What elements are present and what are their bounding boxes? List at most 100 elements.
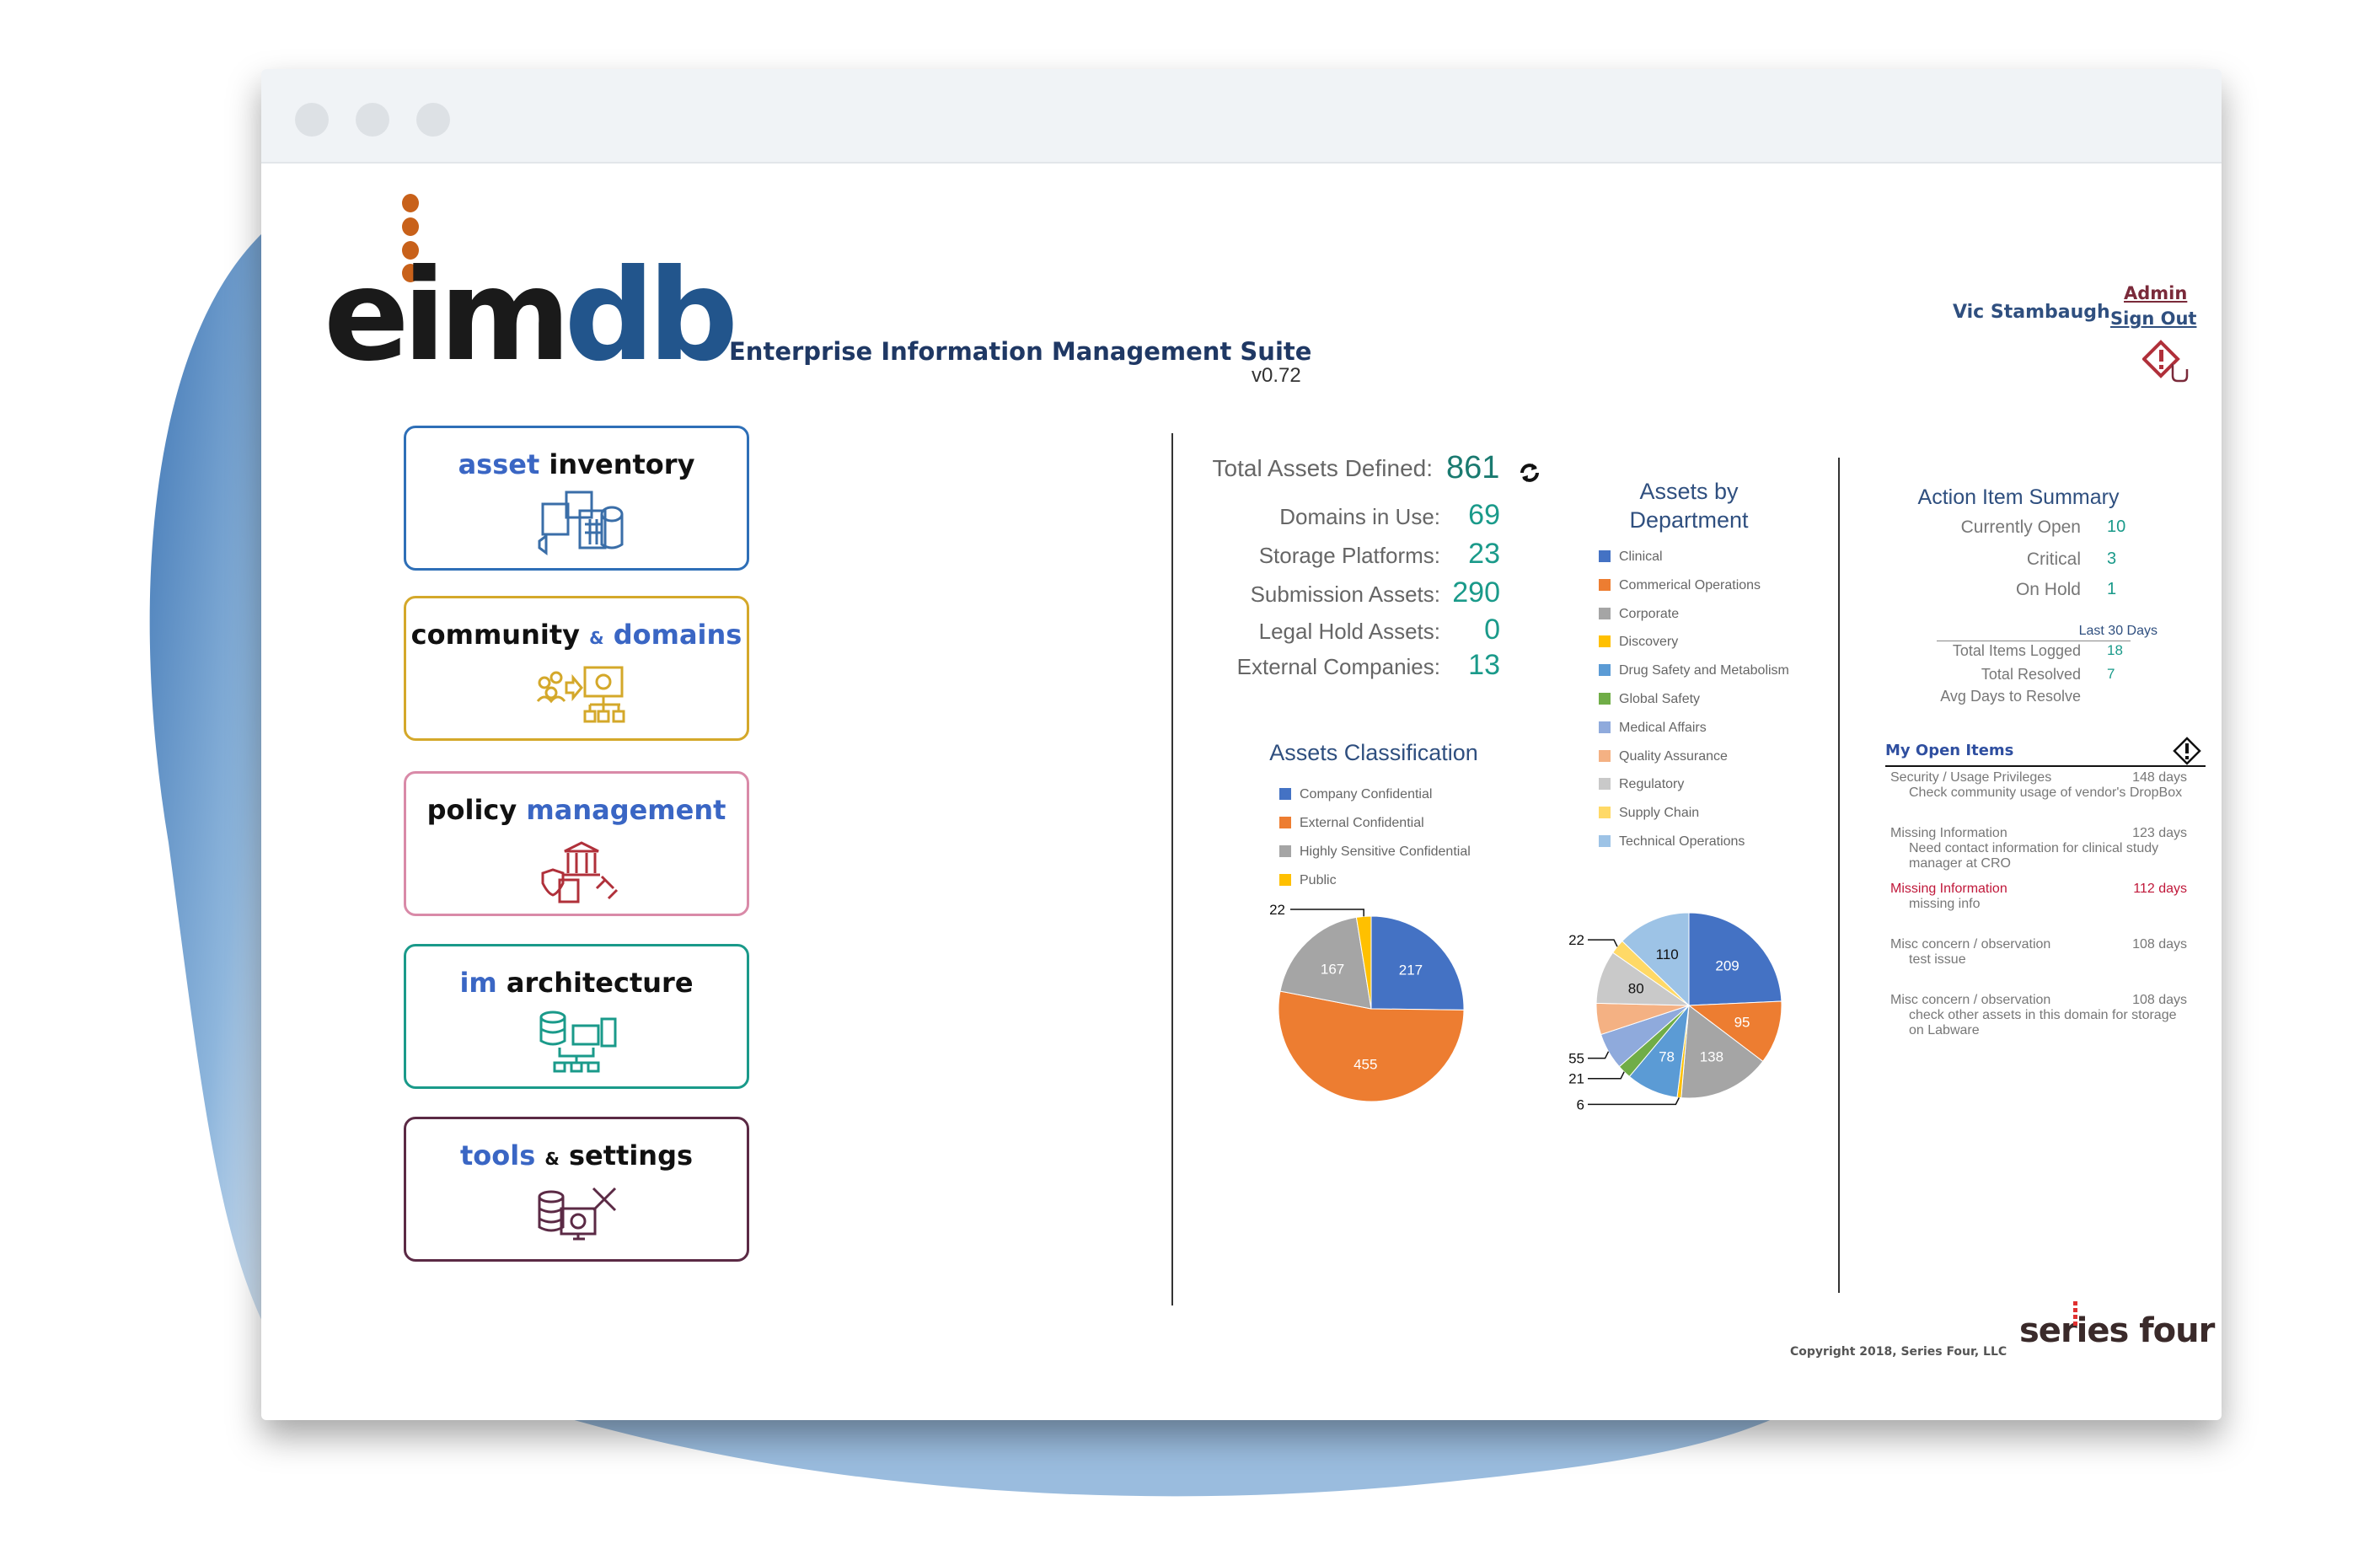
stat-label: Domains in Use: xyxy=(1279,504,1440,529)
column-divider xyxy=(1838,458,1840,1293)
open-items-title: My Open Items xyxy=(1885,742,2014,759)
legend-item: External Confidential xyxy=(1279,816,1424,831)
open-item-description: test issue xyxy=(1909,952,1966,967)
legend-label: Global Safety xyxy=(1619,692,1701,706)
stat-value: 290 xyxy=(1452,576,1500,608)
legend-label: Discovery xyxy=(1619,635,1679,650)
pie-data-label: 78 xyxy=(1659,1048,1675,1064)
open-item[interactable]: Misc concern / observation 108 days check … xyxy=(1890,993,2187,1038)
tile-tools-settings[interactable]: tools & settings xyxy=(404,1117,749,1262)
legend-swatch xyxy=(1599,749,1611,762)
version-label: v0.72 xyxy=(1252,364,1301,387)
open-item-description: check other assets in this domain for st… xyxy=(1909,1008,2177,1037)
classification-pie-chart: 217 455 167 22 xyxy=(1269,902,1465,1102)
action-summary-title: Action Item Summary xyxy=(1917,485,2120,509)
stat-value: 13 xyxy=(1468,649,1500,681)
tile-community-domains[interactable]: community & domains xyxy=(404,596,749,741)
tile-asset-inventory[interactable]: asset inventory xyxy=(404,426,749,571)
asset-collection-icon xyxy=(538,491,624,555)
stat-label: Submission Assets: xyxy=(1250,582,1440,607)
open-item-description: Check community usage of vendor's DropBo… xyxy=(1909,785,2183,800)
pie-data-label: 110 xyxy=(1656,946,1679,962)
stat-label: Legal Hold Assets: xyxy=(1258,619,1440,644)
legend-swatch xyxy=(1279,845,1291,857)
open-item-description: Need contact information for clinical st… xyxy=(1909,841,2159,871)
legend-swatch xyxy=(1599,693,1611,705)
open-item[interactable]: Misc concern / observation 108 days test i… xyxy=(1890,937,2187,968)
period-value: 18 xyxy=(2107,642,2123,658)
community-domains-icon xyxy=(536,666,625,723)
pie-data-label: 80 xyxy=(1628,981,1644,997)
pie-data-label: 138 xyxy=(1700,1048,1723,1064)
pie-data-label: 217 xyxy=(1399,962,1423,978)
summary-label: On Hold xyxy=(2015,580,2081,599)
legend-label: Company Confidential xyxy=(1300,787,1433,801)
legend-swatch xyxy=(1599,607,1611,619)
pie-data-label: 22 xyxy=(1568,932,1584,948)
refresh-icon[interactable] xyxy=(1517,460,1542,485)
architecture-database-icon xyxy=(539,1011,617,1073)
copyright-text: Copyright 2018, Series Four, LLC xyxy=(1790,1345,2007,1359)
suite-title: Enterprise Information Management Suite xyxy=(729,337,1312,366)
series-four-logo: series four xyxy=(2019,1301,2215,1350)
pie-leader-line xyxy=(1588,939,1618,947)
legend-item: Commerical Operations xyxy=(1599,578,1761,593)
pie-leader-line xyxy=(1588,1051,1610,1059)
legend-swatch xyxy=(1599,721,1611,733)
legend-swatch xyxy=(1599,778,1611,791)
legend-item: Clinical xyxy=(1599,550,1663,565)
admin-link[interactable]: Admin xyxy=(2124,283,2187,303)
legend-item: Company Confidential xyxy=(1279,787,1432,802)
open-item-age: 108 days xyxy=(2132,937,2187,952)
summary-label: Critical xyxy=(2026,550,2081,569)
summary-value[interactable]: 10 xyxy=(2107,517,2125,537)
tile-policy-management[interactable]: policy management xyxy=(404,771,749,916)
period-label-row: Total Resolved xyxy=(1981,666,2081,683)
legend-label: Clinical xyxy=(1619,550,1663,564)
pie-leader-line xyxy=(1290,909,1364,917)
stat-label: Storage Platforms: xyxy=(1258,543,1440,568)
pie-data-label: 455 xyxy=(1353,1057,1377,1073)
pie-data-label: 22 xyxy=(1269,902,1285,918)
sign-out-link[interactable]: Sign Out xyxy=(2110,308,2196,329)
legend-item: Corporate xyxy=(1599,607,1679,622)
open-item-age: 108 days xyxy=(2132,993,2187,1007)
user-name: Vic Stambaugh xyxy=(1953,302,2110,323)
stat-value: 23 xyxy=(1468,538,1500,570)
alert-diamond-icon[interactable] xyxy=(2173,737,2201,765)
app-window: eimdb Enterprise Information Management … xyxy=(261,69,2222,1420)
policy-gavel-icon xyxy=(541,841,619,903)
stat-label: External Companies: xyxy=(1236,654,1440,679)
classification-chart-title: Assets Classification xyxy=(1269,740,1478,765)
legend-label: Regulatory xyxy=(1619,777,1685,792)
total-assets-value: 861 xyxy=(1446,450,1500,485)
stat-value: 69 xyxy=(1468,499,1500,531)
total-assets-label: Total Assets Defined: xyxy=(1212,455,1433,481)
stat-value: 0 xyxy=(1484,614,1500,646)
legend-item: Highly Sensitive Confidential xyxy=(1279,844,1471,860)
legend-item: Technical Operations xyxy=(1599,834,1745,850)
legend-item: Discovery xyxy=(1599,635,1678,650)
period-value: 7 xyxy=(2107,666,2115,682)
open-item[interactable]: Missing Information 123 days Need contact … xyxy=(1890,826,2187,871)
pie-data-label: 55 xyxy=(1568,1051,1584,1067)
pie-data-label: 209 xyxy=(1715,957,1739,973)
open-item[interactable]: Security / Usage Privileges 148 days Check… xyxy=(1890,770,2187,801)
report-issue-icon[interactable] xyxy=(2142,339,2190,383)
legend-label: Supply Chain xyxy=(1619,806,1700,821)
open-item-age: 112 days xyxy=(2133,882,2187,896)
legend-label: Commerical Operations xyxy=(1619,577,1761,592)
period-label-row: Total Items Logged xyxy=(1952,642,2081,659)
legend-swatch xyxy=(1279,817,1291,828)
open-item-age: 148 days xyxy=(2132,770,2187,785)
summary-value[interactable]: 3 xyxy=(2107,550,2116,569)
summary-label: Currently Open xyxy=(1960,517,2081,537)
open-item[interactable]: Missing Information 112 days missing info xyxy=(1890,882,2187,912)
summary-value[interactable]: 1 xyxy=(2107,580,2116,599)
legend-item: Global Safety xyxy=(1599,692,1700,707)
period-label: Last 30 Days xyxy=(2078,624,2158,638)
tile-im-architecture[interactable]: im architecture xyxy=(404,944,749,1089)
tools-settings-icon xyxy=(538,1187,617,1241)
department-pie-chart: 209 95 138 6 78 21 55 80 22 110 xyxy=(1568,912,1782,1112)
legend-item: Medical Affairs xyxy=(1599,721,1707,736)
